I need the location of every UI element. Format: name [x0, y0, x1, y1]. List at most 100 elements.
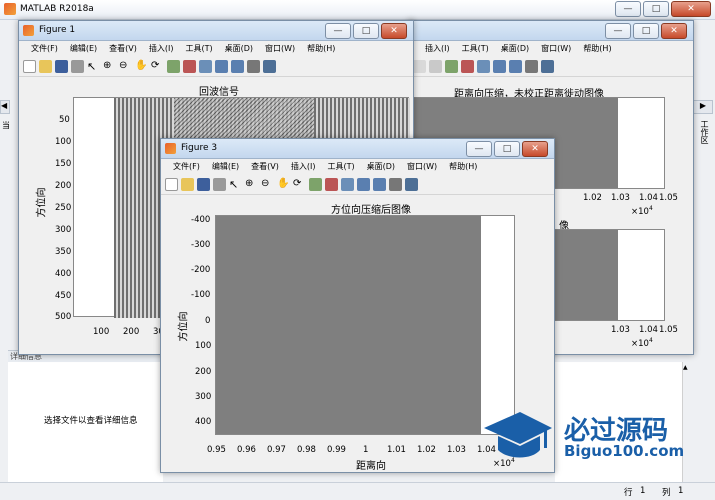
fig3-rotate-icon[interactable]: ⟳ — [293, 178, 306, 191]
fig2-maximize-button[interactable]: □ — [633, 23, 659, 39]
fig2-datacursor-icon[interactable] — [445, 60, 458, 73]
fig3-menu-view[interactable]: 查看(V) — [245, 159, 285, 175]
fig3-datacursor-icon[interactable] — [309, 178, 322, 191]
fig3-close-button[interactable]: ✕ — [522, 141, 548, 157]
fig1-open-icon[interactable] — [39, 60, 52, 73]
fig3-open-icon[interactable] — [181, 178, 194, 191]
fig3-menu-edit[interactable]: 编辑(E) — [206, 159, 245, 175]
fig3-menu-tools[interactable]: 工具(T) — [321, 159, 360, 175]
main-title-bar: MATLAB R2018a — □ ✕ — [0, 0, 715, 20]
left-collapse-arrow[interactable]: ◀ — [0, 100, 10, 114]
fig1-pan-icon[interactable]: ✋ — [135, 60, 148, 73]
main-title: MATLAB R2018a — [20, 4, 94, 14]
fig3-menu-desktop[interactable]: 桌面(D) — [361, 159, 401, 175]
fig3-plot-title: 方位向压缩后图像 — [331, 205, 411, 216]
fig3-pan-icon[interactable]: ✋ — [277, 178, 290, 191]
fig2-menu-help[interactable]: 帮助(H) — [577, 41, 617, 57]
fig2-menu-window[interactable]: 窗口(W) — [535, 41, 577, 57]
fig3-zoom-in-icon[interactable]: ⊕ — [245, 178, 258, 191]
fig3-menu-help[interactable]: 帮助(H) — [443, 159, 483, 175]
fig2-legend-icon[interactable] — [509, 60, 522, 73]
fig3-menu-window[interactable]: 窗口(W) — [401, 159, 443, 175]
fig2-brush-icon[interactable] — [461, 60, 474, 73]
figure-1-title-bar: Figure 1 — □ ✕ — [19, 21, 413, 41]
fig2-pan-icon[interactable] — [413, 60, 426, 73]
fig2-menu-desktop[interactable]: 桌面(D) — [495, 41, 535, 57]
right-collapse-arrow[interactable]: ▶ — [693, 100, 713, 114]
fig3-colorbar-icon[interactable] — [357, 178, 370, 191]
workspace-tab[interactable]: 工作区 — [696, 120, 710, 144]
fig1-menu-edit[interactable]: 编辑(E) — [64, 41, 103, 57]
fig3-menu-insert[interactable]: 插入(I) — [285, 159, 322, 175]
fig2-exp-bottom: ×104 — [631, 337, 653, 349]
fig1-dock-icon[interactable] — [263, 60, 276, 73]
fig1-menu-tools[interactable]: 工具(T) — [179, 41, 218, 57]
fig3-save-icon[interactable] — [197, 178, 210, 191]
fig2-dock-icon[interactable] — [541, 60, 554, 73]
fig1-menu-window[interactable]: 窗口(W) — [259, 41, 301, 57]
graduation-cap-icon — [484, 412, 552, 458]
fig3-dock-icon[interactable] — [405, 178, 418, 191]
fig3-menubar: 文件(F) 编辑(E) 查看(V) 插入(I) 工具(T) 桌面(D) 窗口(W… — [161, 159, 554, 175]
fig1-legend-icon[interactable] — [231, 60, 244, 73]
fig1-toolbar: ↖ ⊕ ⊖ ✋ ⟳ — [19, 57, 413, 77]
fig3-legend-icon[interactable] — [373, 178, 386, 191]
fig3-print-icon[interactable] — [213, 178, 226, 191]
fig1-brush-icon[interactable] — [183, 60, 196, 73]
fig1-close-button[interactable]: ✕ — [381, 23, 407, 39]
fig3-minimize-button[interactable]: — — [466, 141, 492, 157]
fig2-colorbar-icon[interactable] — [493, 60, 506, 73]
fig3-matlab-icon — [165, 143, 176, 154]
fig1-new-figure-icon[interactable] — [23, 60, 36, 73]
fig1-link-icon[interactable] — [199, 60, 212, 73]
fig1-zoom-out-icon[interactable]: ⊖ — [119, 60, 132, 73]
fig3-new-figure-icon[interactable] — [165, 178, 178, 191]
fig1-menu-file[interactable]: 文件(F) — [25, 41, 64, 57]
fig2-minimize-button[interactable]: — — [605, 23, 631, 39]
fig1-datacursor-icon[interactable] — [167, 60, 180, 73]
fig2-link-icon[interactable] — [477, 60, 490, 73]
fig1-save-icon[interactable] — [55, 60, 68, 73]
fig1-zoom-in-icon[interactable]: ⊕ — [103, 60, 116, 73]
fig2-menu-insert[interactable]: 插入(I) — [419, 41, 456, 57]
close-button[interactable]: ✕ — [671, 1, 711, 17]
fig2-menu-tools[interactable]: 工具(T) — [456, 41, 495, 57]
fig1-pointer-icon[interactable]: ↖ — [87, 60, 100, 73]
fig3-hide-icon[interactable] — [389, 178, 402, 191]
fig3-zoom-out-icon[interactable]: ⊖ — [261, 178, 274, 191]
fig3-xlabel: 距离向 — [356, 461, 386, 472]
fig3-brush-icon[interactable] — [325, 178, 338, 191]
fig2-toolbar — [409, 57, 693, 77]
fig1-ylabel: 方位向 — [36, 187, 48, 218]
maximize-button[interactable]: □ — [643, 1, 669, 17]
fig2-rotate-icon[interactable] — [429, 60, 442, 73]
fig3-ylabel: 方位向 — [178, 311, 190, 342]
fig3-pointer-icon[interactable]: ↖ — [229, 178, 242, 191]
fig1-plot-title: 回波信号 — [199, 87, 239, 98]
fig1-print-icon[interactable] — [71, 60, 84, 73]
fig1-menu-help[interactable]: 帮助(H) — [301, 41, 341, 57]
fig1-rotate-icon[interactable]: ⟳ — [151, 60, 164, 73]
fig2-hide-icon[interactable] — [525, 60, 538, 73]
fig3-maximize-button[interactable]: □ — [494, 141, 520, 157]
fig1-menu-insert[interactable]: 插入(I) — [143, 41, 180, 57]
watermark-url: Biguo100.com — [564, 442, 685, 460]
fig3-link-icon[interactable] — [341, 178, 354, 191]
fig1-menu-view[interactable]: 查看(V) — [103, 41, 143, 57]
left-panel-letter: 当 — [2, 121, 10, 130]
figure-2-title-bar: — □ ✕ — [409, 21, 693, 41]
minimize-button[interactable]: — — [615, 1, 641, 17]
fig3-menu-file[interactable]: 文件(F) — [167, 159, 206, 175]
figure-3-title-bar: Figure 3 — □ ✕ — [161, 139, 554, 159]
fig2-axes-bottom[interactable] — [549, 229, 665, 321]
fig1-maximize-button[interactable]: □ — [353, 23, 379, 39]
fig1-matlab-icon — [23, 25, 34, 36]
details-label: 选择文件以查看详细信息 — [44, 416, 138, 426]
fig1-colorbar-icon[interactable] — [215, 60, 228, 73]
fig1-menu-desktop[interactable]: 桌面(D) — [219, 41, 259, 57]
watermark: 必过源码 Biguo100.com — [482, 408, 712, 470]
fig2-close-button[interactable]: ✕ — [661, 23, 687, 39]
fig3-axes[interactable] — [215, 215, 515, 435]
fig1-hide-icon[interactable] — [247, 60, 260, 73]
fig1-minimize-button[interactable]: — — [325, 23, 351, 39]
